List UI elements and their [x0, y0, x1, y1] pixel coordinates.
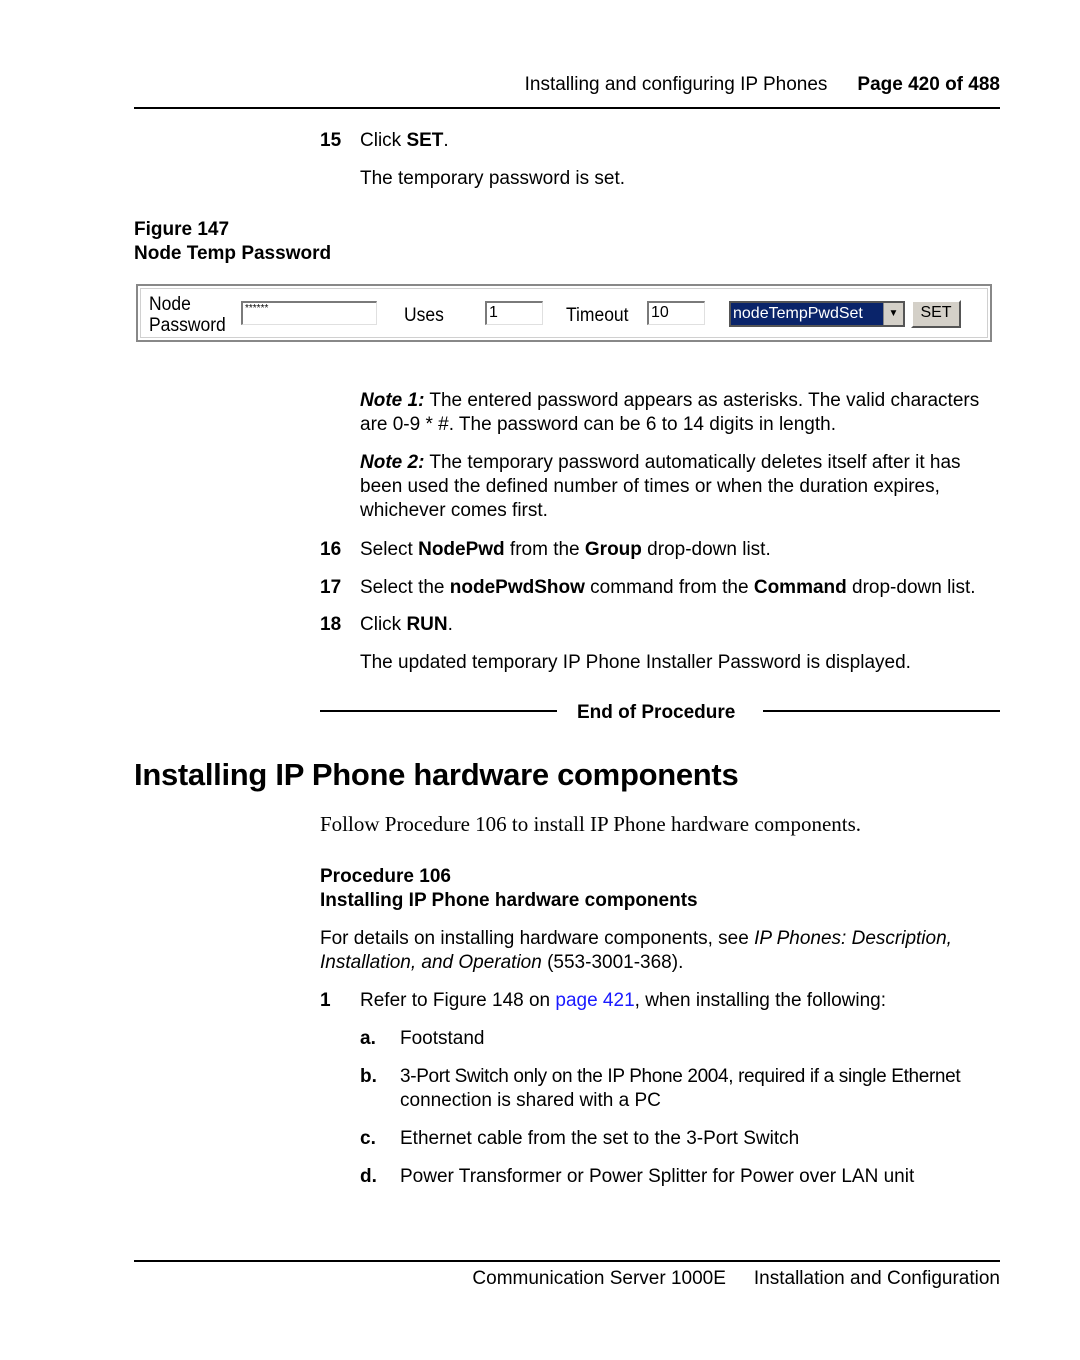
- step-16-text: Select NodePwd from the Group drop-down …: [360, 538, 771, 562]
- step-15: 15: [320, 129, 341, 153]
- step-18-result: The updated temporary IP Phone Installer…: [360, 652, 911, 673]
- footer-doc: Installation and Configuration: [753, 1268, 1000, 1289]
- header-rule: [134, 107, 1000, 109]
- uses-label: Uses: [404, 305, 444, 326]
- header-section-title: Installing and configuring IP Phones: [524, 74, 828, 95]
- step-number: 15: [320, 130, 342, 151]
- text: Click: [360, 614, 407, 635]
- note-label: Note 2:: [360, 452, 425, 473]
- step-17-text: Select the nodePwdShow command from the …: [360, 576, 976, 600]
- step-number: 16: [320, 539, 342, 560]
- item-text: Ethernet cable from the set to the 3-Por…: [400, 1128, 800, 1149]
- end-rule-right: [763, 710, 1000, 712]
- procedure-title: Installing IP Phone hardware components: [320, 890, 698, 911]
- end-of-procedure: End of Procedure: [577, 702, 736, 723]
- ui-term: RUN: [406, 614, 448, 635]
- timeout-label: Timeout: [566, 305, 629, 326]
- timeout-input[interactable]: 10: [647, 301, 705, 325]
- text: Select the: [360, 577, 450, 598]
- page-header: Installing and configuring IP Phones Page…: [525, 74, 1000, 96]
- text: drop-down list.: [846, 577, 976, 598]
- label-line: Node: [149, 294, 191, 315]
- step-18-text: Click RUN.: [360, 613, 453, 637]
- ui-term: SET: [406, 130, 444, 151]
- doc-title: IP Phones: Description,: [754, 928, 952, 949]
- page-footer: Communication Server 1000E Installation a…: [472, 1267, 1000, 1291]
- footer-rule: [134, 1260, 1000, 1262]
- note-1: Note 1: The entered password appears as …: [360, 389, 1005, 437]
- text: For details on installing hardware compo…: [320, 928, 755, 949]
- note-label: Note 1:: [360, 390, 425, 411]
- item-letter: a.: [360, 1028, 376, 1049]
- page-421-link[interactable]: page 421: [555, 990, 634, 1011]
- text: , when installing the following:: [634, 990, 887, 1011]
- command-select-value: nodeTempPwdSet: [733, 305, 863, 322]
- item-letter: d.: [360, 1166, 377, 1187]
- text: drop-down list.: [641, 539, 771, 560]
- node-temp-password-form: Node Password ****** Uses 1 Timeout 10 n…: [136, 284, 992, 342]
- text: Select: [360, 539, 419, 560]
- text: .: [447, 614, 453, 635]
- page-number: Page 420 of 488: [857, 74, 1000, 95]
- item-text-line2: connection is shared with a PC: [400, 1090, 661, 1111]
- step-number: 17: [320, 577, 342, 598]
- text: Click: [360, 130, 407, 151]
- section-intro: Follow Procedure 106 to install IP Phone…: [320, 812, 862, 836]
- item-letter: b.: [360, 1066, 377, 1087]
- doc-title: Installation, and Operation: [320, 952, 542, 973]
- procedure-details: For details on installing hardware compo…: [320, 927, 952, 951]
- uses-input[interactable]: 1: [485, 301, 543, 325]
- item-text: 3-Port Switch only on the IP Phone 2004,…: [400, 1066, 961, 1087]
- node-password-input[interactable]: ******: [241, 301, 377, 325]
- ui-term: nodePwdShow: [449, 577, 585, 598]
- step-number: 18: [320, 614, 342, 635]
- form-inner-frame: Node Password ****** Uses 1 Timeout 10 n…: [140, 288, 988, 338]
- text: command from the: [584, 577, 754, 598]
- note-text: The entered password appears as asterisk…: [360, 390, 980, 435]
- section-heading: Installing IP Phone hardware components: [134, 757, 739, 792]
- ui-term: NodePwd: [418, 539, 505, 560]
- figure-number: Figure 147: [134, 219, 230, 240]
- figure-title: Node Temp Password: [134, 243, 332, 264]
- label-line: Password: [149, 315, 226, 336]
- procedure-number: Procedure 106: [320, 866, 451, 887]
- note-text: The temporary password automatically del…: [360, 452, 961, 521]
- ui-term: Command: [753, 577, 847, 598]
- command-select[interactable]: nodeTempPwdSet ▼: [729, 301, 905, 327]
- step-number: 1: [320, 990, 331, 1011]
- text: Refer to Figure 148 on: [360, 990, 556, 1011]
- set-button[interactable]: SET: [911, 300, 961, 328]
- text: .: [443, 130, 449, 151]
- note-2: Note 2: The temporary password automatic…: [360, 451, 1005, 523]
- step-15-text: Click SET.: [360, 129, 449, 153]
- node-password-label: Node Password: [149, 294, 226, 336]
- text: from the: [504, 539, 585, 560]
- ui-term: Group: [584, 539, 642, 560]
- step-1-text: Refer to Figure 148 on page 421, when in…: [360, 989, 886, 1013]
- item-letter: c.: [360, 1128, 376, 1149]
- item-text: Power Transformer or Power Splitter for …: [400, 1166, 915, 1187]
- footer-product: Communication Server 1000E: [472, 1268, 726, 1289]
- text: (553-3001-368).: [541, 952, 684, 973]
- step-15-result: The temporary password is set.: [360, 168, 626, 189]
- procedure-details-line2: Installation, and Operation (553-3001-36…: [320, 951, 683, 975]
- chevron-down-icon[interactable]: ▼: [883, 303, 903, 325]
- item-text: Footstand: [400, 1028, 485, 1049]
- end-rule-left: [320, 710, 557, 712]
